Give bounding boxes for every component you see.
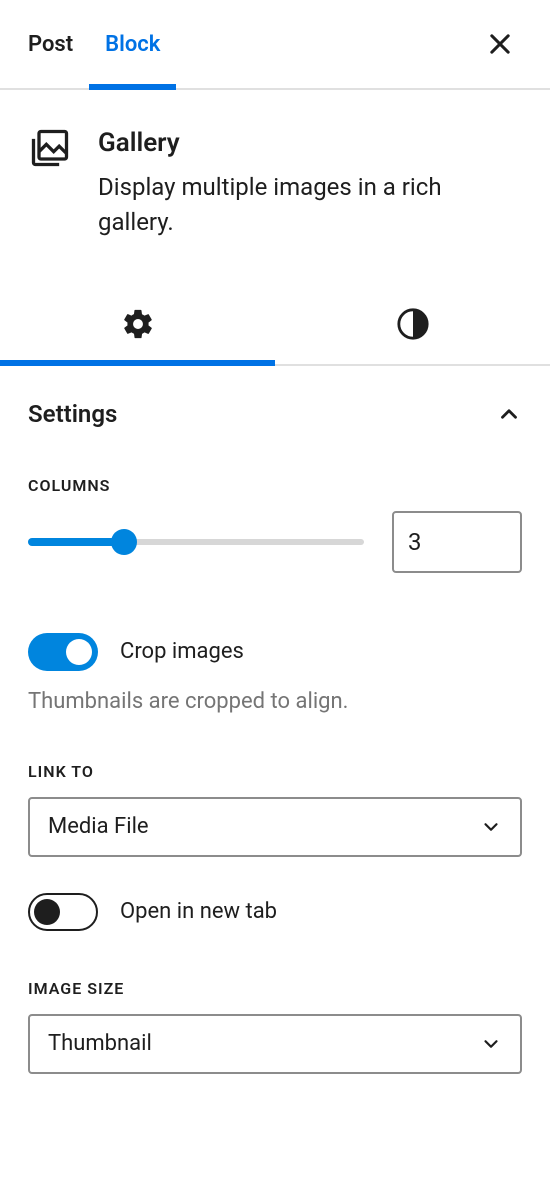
block-card: Gallery Display multiple images in a ric… <box>0 90 550 264</box>
chevron-up-icon <box>496 401 522 427</box>
tab-block[interactable]: Block <box>89 0 176 88</box>
settings-section-toggle[interactable]: Settings <box>28 366 522 456</box>
link-to-select[interactable]: Media File <box>28 797 522 857</box>
close-icon <box>486 30 514 58</box>
tab-block-label: Block <box>105 32 160 57</box>
image-size-label: Image size <box>28 979 522 998</box>
columns-slider[interactable] <box>28 532 364 552</box>
crop-images-toggle[interactable] <box>28 633 98 671</box>
block-description: Display multiple images in a rich galler… <box>98 170 522 240</box>
tab-post[interactable]: Post <box>28 0 89 88</box>
image-size-select[interactable]: Thumbnail <box>28 1014 522 1074</box>
close-button[interactable] <box>478 22 522 66</box>
tab-post-label: Post <box>28 32 73 57</box>
crop-images-help: Thumbnails are cropped to align. <box>28 689 522 714</box>
settings-section-title: Settings <box>28 400 117 428</box>
columns-input[interactable]: 3 <box>392 511 522 573</box>
settings-panel: Settings Columns 3 Crop images Thumbnail… <box>0 366 550 1074</box>
open-new-tab-row: Open in new tab <box>28 893 522 931</box>
gallery-icon <box>28 126 72 170</box>
chevron-down-icon <box>480 816 502 838</box>
tab-settings[interactable] <box>0 284 275 364</box>
open-new-tab-label: Open in new tab <box>120 899 277 924</box>
crop-images-row: Crop images <box>28 633 522 671</box>
columns-value: 3 <box>408 528 422 556</box>
image-size-value: Thumbnail <box>48 1031 152 1056</box>
chevron-down-icon <box>480 1033 502 1055</box>
gear-icon <box>121 307 155 341</box>
tab-styles[interactable] <box>275 284 550 364</box>
open-new-tab-toggle[interactable] <box>28 893 98 931</box>
sidebar-tabs: Post Block <box>0 0 550 90</box>
link-to-value: Media File <box>48 814 149 839</box>
slider-thumb[interactable] <box>111 529 137 555</box>
inspector-tabs <box>0 284 550 366</box>
link-to-label: Link to <box>28 762 522 781</box>
crop-images-label: Crop images <box>120 639 244 664</box>
columns-control: 3 <box>28 511 522 573</box>
styles-icon <box>396 307 430 341</box>
columns-label: Columns <box>28 476 522 495</box>
block-title: Gallery <box>98 128 522 158</box>
